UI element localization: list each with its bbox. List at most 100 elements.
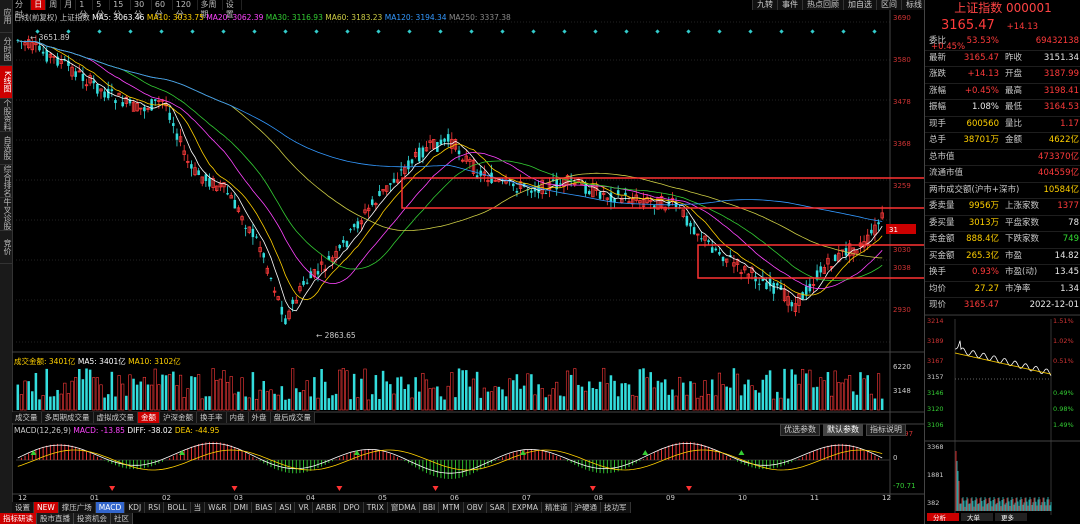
event-marker-icon[interactable] (562, 29, 567, 34)
event-marker-icon[interactable] (252, 29, 257, 34)
volume-tab-7[interactable]: 外盘 (248, 412, 271, 423)
candle-body (349, 229, 352, 231)
indicator-tab-w-r-8[interactable]: W&R (205, 502, 231, 513)
indicator-tab-mtm-18[interactable]: MTM (439, 502, 464, 513)
event-marker-icon[interactable] (345, 29, 350, 34)
event-marker-icon[interactable] (748, 29, 753, 34)
indicator-tab-item-23[interactable]: 沪硬通 (571, 502, 601, 513)
volume-bar (446, 385, 450, 411)
sidebar-item-6[interactable]: 牛叉诊股 (0, 198, 12, 231)
indicator-tab-asi-11[interactable]: ASI (276, 502, 296, 513)
event-marker-icon[interactable] (314, 29, 319, 34)
volume-bar (642, 368, 645, 410)
indicator-tab-sar-20[interactable]: SAR (486, 502, 509, 513)
event-marker-icon[interactable] (128, 29, 133, 34)
indicator-tab-rsi-5[interactable]: RSI (145, 502, 165, 513)
sidebar-item-4[interactable]: 自选股 (0, 132, 12, 165)
volume-tab-8[interactable]: 盘后成交量 (270, 412, 315, 423)
event-marker-icon[interactable] (407, 29, 412, 34)
footer-tab-2[interactable]: 投资机会 (74, 513, 111, 524)
footer-tab-1[interactable]: 股市直播 (37, 513, 74, 524)
indicator-tab-item-24[interactable]: 技功军 (601, 502, 631, 513)
volume-tab-5[interactable]: 换手率 (197, 412, 227, 423)
volume-tab-6[interactable]: 内盘 (226, 412, 249, 423)
month-label: 04 (306, 494, 315, 502)
volume-bar (729, 387, 732, 410)
indicator-tab-vr-12[interactable]: VR (295, 502, 313, 513)
sidebar-item-0[interactable]: 应用 (0, 0, 12, 33)
volume-tab-1[interactable]: 多周期成交量 (41, 412, 94, 423)
event-marker-icon[interactable] (283, 29, 288, 34)
indicator-tab-bias-10[interactable]: BIAS (252, 502, 277, 513)
indicator-tab-dmi-9[interactable]: DMI (230, 502, 253, 513)
event-marker-icon[interactable] (841, 29, 846, 34)
event-marker-icon[interactable] (717, 29, 722, 34)
sidebar-item-3[interactable]: 个股资料 (0, 99, 12, 132)
volume-bar (482, 387, 486, 411)
kline-chart[interactable]: 3690358034783368325931493030303829306220… (12, 0, 924, 524)
event-marker-icon[interactable] (97, 29, 102, 34)
indicator-tab-new-1[interactable]: NEW (34, 502, 59, 513)
indicator-tab-arbr-13[interactable]: ARBR (312, 502, 341, 513)
volume-bar (663, 379, 667, 410)
event-marker-icon[interactable] (624, 29, 629, 34)
event-marker-icon[interactable] (221, 29, 226, 34)
volume-tab-0[interactable]: 成交量 (12, 412, 42, 423)
mini-tab-label: 大单 (967, 513, 981, 521)
sidebar-item-2[interactable]: K线图 (0, 66, 12, 99)
volume-tab-3[interactable]: 金额 (138, 412, 160, 423)
indicator-tab-boll-6[interactable]: BOLL (164, 502, 191, 513)
quote-value-2: 69432138 (1035, 36, 1079, 46)
event-marker-icon[interactable] (438, 29, 443, 34)
macd-button-0[interactable]: 优选参数 (780, 424, 820, 436)
sidebar-item-5[interactable]: 综合排名 (0, 165, 12, 198)
event-marker-icon[interactable] (469, 29, 474, 34)
month-label: 01 (90, 494, 99, 502)
footer-tab-3[interactable]: 社区 (111, 513, 133, 524)
indicator-tab-macd-3[interactable]: MACD (95, 502, 126, 513)
event-marker-icon[interactable] (593, 29, 598, 34)
macd-button-1[interactable]: 默认参数 (823, 424, 863, 436)
event-marker-icon[interactable] (159, 29, 164, 34)
indicator-tab-bbi-17[interactable]: BBI (419, 502, 440, 513)
event-marker-icon[interactable] (376, 29, 381, 34)
indicator-tab-item-0[interactable]: 设置 (12, 502, 34, 513)
event-marker-icon[interactable] (686, 29, 691, 34)
footer-tab-0[interactable]: 指标研读 (0, 513, 37, 524)
mini-axis-label: 3157 (927, 373, 944, 381)
indicator-tab-dma-16[interactable]: 窗DMA (387, 502, 420, 513)
volume-tab-2[interactable]: 虚拟成交量 (93, 412, 138, 423)
quote-row-2: 涨跌 +14.13 开盘 3187.99 (925, 67, 1080, 84)
volume-bar (254, 398, 259, 411)
indicator-tab-obv-19[interactable]: OBV (463, 502, 487, 513)
event-marker-icon[interactable] (531, 29, 536, 34)
event-marker-icon[interactable] (779, 29, 784, 34)
indicator-tab-dpo-14[interactable]: DPO (340, 502, 364, 513)
event-marker-icon[interactable] (872, 29, 877, 34)
sidebar-item-1[interactable]: 分时图 (0, 33, 12, 66)
event-marker-icon[interactable] (500, 29, 505, 34)
volume-ma5: MA5: 3401亿 (77, 357, 126, 366)
volume-tabs: 成交量 多周期成交量 虚拟成交量 金额 沪深金额 换手率 内盘 外盘 盘后成交量 (12, 412, 315, 423)
indicator-tab-item-22[interactable]: 精准道 (542, 502, 572, 513)
mini-intraday-chart[interactable]: 3214 3189 3167 3157 3146 3120 3106 1.51% 1.02% 0.… (925, 314, 1080, 522)
candle-body (790, 302, 794, 307)
volume-bar (305, 380, 309, 411)
indicator-tab-expma-21[interactable]: EXPMA (508, 502, 542, 513)
volume-bar (714, 395, 718, 411)
indicator-tab-item-7[interactable]: 当 (190, 502, 206, 513)
sidebar-item-7[interactable]: 竞价 (0, 231, 12, 264)
event-marker-icon[interactable] (810, 29, 815, 34)
event-marker-icon[interactable] (655, 29, 660, 34)
indicator-tab-kdj-4[interactable]: KDJ (125, 502, 146, 513)
candle-body (110, 89, 114, 92)
volume-tab-4[interactable]: 沪深金额 (160, 412, 197, 423)
macd-button-2[interactable]: 指标说明 (866, 424, 906, 436)
candle-body (515, 191, 519, 193)
indicator-tab-trix-15[interactable]: TRIX (363, 502, 388, 513)
volume-bar (519, 388, 522, 410)
event-marker-icon[interactable] (190, 29, 195, 34)
candle-body (587, 191, 591, 195)
indicator-tab-item-2[interactable]: 撑压广场 (58, 502, 96, 513)
quote-value: 38701万 (963, 135, 999, 145)
